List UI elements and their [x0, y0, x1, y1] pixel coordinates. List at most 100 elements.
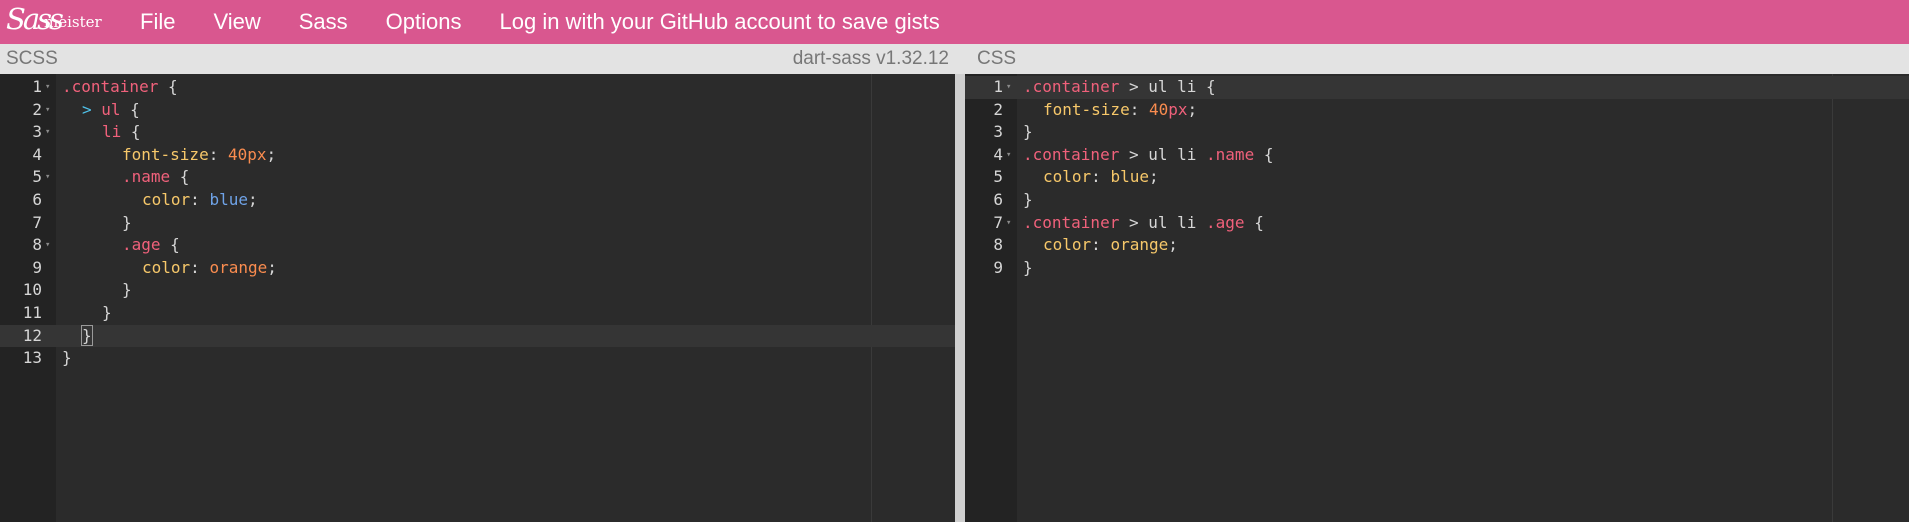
code-line[interactable]: 13} [0, 347, 955, 370]
scss-editor[interactable]: 1 ▾ .container {2 ▾ > ul {3 ▾ li {4 font-size: … [0, 74, 955, 522]
code-line[interactable]: 4 ▾ .container > ul li .name { [965, 144, 1909, 167]
code-line[interactable]: 8 color: orange; [965, 234, 1909, 257]
line-number: 9 [993, 257, 1003, 277]
code-token: : [1129, 99, 1149, 119]
code-token: color [1043, 167, 1092, 187]
line-number: 3 [993, 122, 1003, 142]
fold-arrow-icon[interactable]: ▾ [1006, 76, 1011, 99]
code-line[interactable]: 6 color: blue; [0, 189, 955, 212]
code-token: font-size [122, 144, 209, 164]
line-number: 4 [32, 144, 42, 164]
line-number: 1 [32, 77, 42, 96]
code-text: } [62, 279, 132, 302]
code-token: ; [247, 189, 258, 209]
code-token: > ul li [1119, 212, 1207, 232]
code-line[interactable]: 5 ▾ .name { [0, 166, 955, 189]
line-number: 3 [32, 122, 42, 142]
code-token: { [158, 77, 178, 96]
pane-resize-handle[interactable] [955, 74, 965, 522]
fold-arrow-icon[interactable]: ▾ [1006, 144, 1011, 167]
code-line[interactable]: 1 ▾ .container { [0, 76, 955, 99]
line-number: 11 [22, 302, 42, 322]
css-code-lines[interactable]: 1 ▾ .container > ul li {2 font-size: 40px; 3… [965, 76, 1909, 279]
code-token: { [160, 235, 180, 255]
code-token: > ul li { [1119, 77, 1216, 96]
code-token: > [82, 99, 102, 119]
menu-file[interactable]: File [140, 9, 175, 35]
compiler-version-label[interactable]: dart-sass v1.32.12 [793, 48, 949, 70]
code-token: } [1023, 257, 1033, 277]
menu-sass[interactable]: Sass [299, 9, 348, 35]
code-text: } [62, 347, 72, 370]
code-token: color [142, 189, 191, 209]
code-token: font-size [1043, 99, 1130, 119]
fold-arrow-icon[interactable]: ▾ [45, 99, 50, 122]
line-number: 12 [22, 325, 42, 345]
code-token: } [62, 348, 72, 368]
code-text: .age { [62, 234, 180, 257]
code-line[interactable]: 2 font-size: 40px; [965, 99, 1909, 122]
line-number: 8 [32, 235, 42, 255]
code-token: > ul li [1119, 144, 1207, 164]
code-line[interactable]: 9 color: orange; [0, 257, 955, 280]
code-token: .age [1206, 212, 1245, 232]
code-token: color [142, 257, 191, 277]
line-number: 6 [32, 189, 42, 209]
code-line[interactable]: 3 ▾ li { [0, 121, 955, 144]
code-token: blue [1110, 167, 1149, 187]
code-token: { [130, 122, 141, 142]
code-token: ; [1168, 235, 1178, 255]
code-text: .container { [62, 76, 178, 99]
fold-arrow-icon[interactable]: ▾ [45, 121, 50, 144]
code-line[interactable]: 2 ▾ > ul { [0, 99, 955, 122]
header-divider [955, 44, 965, 74]
sassmeister-logo[interactable]: Sass meister [4, 0, 104, 44]
code-line[interactable]: 6} [965, 189, 1909, 212]
line-number: 7 [993, 212, 1003, 232]
code-token: .name [1206, 144, 1255, 164]
code-token: { [170, 167, 190, 187]
code-line[interactable]: 10} [0, 279, 955, 302]
code-text: } [1023, 121, 1033, 144]
github-login-link[interactable]: Log in with your GitHub account to save … [500, 9, 940, 35]
code-line[interactable]: 11} [0, 302, 955, 325]
code-line[interactable]: 1 ▾ .container > ul li { [965, 76, 1909, 99]
code-token: color [1043, 235, 1092, 255]
code-token: } [122, 212, 132, 232]
fold-arrow-icon[interactable]: ▾ [45, 234, 50, 257]
code-text: .container > ul li .age { [1023, 212, 1264, 235]
code-token: : [190, 189, 210, 209]
css-panel-title: CSS [977, 48, 1017, 69]
line-number: 2 [993, 99, 1003, 119]
code-line[interactable]: 5 color: blue; [965, 166, 1909, 189]
code-line[interactable]: 4 font-size: 40px; [0, 144, 955, 167]
code-text: } [62, 302, 112, 325]
line-number: 10 [22, 280, 42, 300]
scss-code-lines[interactable]: 1 ▾ .container {2 ▾ > ul {3 ▾ li {4 font-size: … [0, 76, 955, 370]
menu-view[interactable]: View [213, 9, 260, 35]
code-token: ul [101, 99, 131, 119]
fold-arrow-icon[interactable]: ▾ [45, 166, 50, 189]
code-line[interactable]: 3} [965, 121, 1909, 144]
code-text: } [62, 324, 93, 348]
logo-meister-text: meister [44, 13, 102, 31]
code-token: .age [122, 235, 161, 255]
fold-arrow-icon[interactable]: ▾ [45, 76, 50, 99]
top-navigation-bar: Sass meister File View Sass Options Log … [0, 0, 1909, 44]
code-line[interactable]: 8 ▾ .age { [0, 234, 955, 257]
code-line[interactable]: 7 ▾ .container > ul li .age { [965, 212, 1909, 235]
code-line[interactable]: 12} [0, 324, 955, 348]
fold-arrow-icon[interactable]: ▾ [1006, 212, 1011, 235]
code-token: } [102, 302, 112, 322]
code-line[interactable]: 7} [0, 212, 955, 235]
code-text: font-size: 40px; [1023, 99, 1197, 122]
code-line[interactable]: 9} [965, 257, 1909, 280]
css-output-editor[interactable]: 1 ▾ .container > ul li {2 font-size: 40px; 3… [965, 74, 1909, 522]
menu-options[interactable]: Options [386, 9, 462, 35]
code-token: .container [62, 77, 159, 96]
code-token: .container [1023, 77, 1120, 96]
line-number: 6 [993, 189, 1003, 209]
main-menu: File View Sass Options Log in with your … [140, 0, 978, 44]
code-token: ; [266, 144, 277, 164]
code-token: 40px [227, 144, 267, 164]
